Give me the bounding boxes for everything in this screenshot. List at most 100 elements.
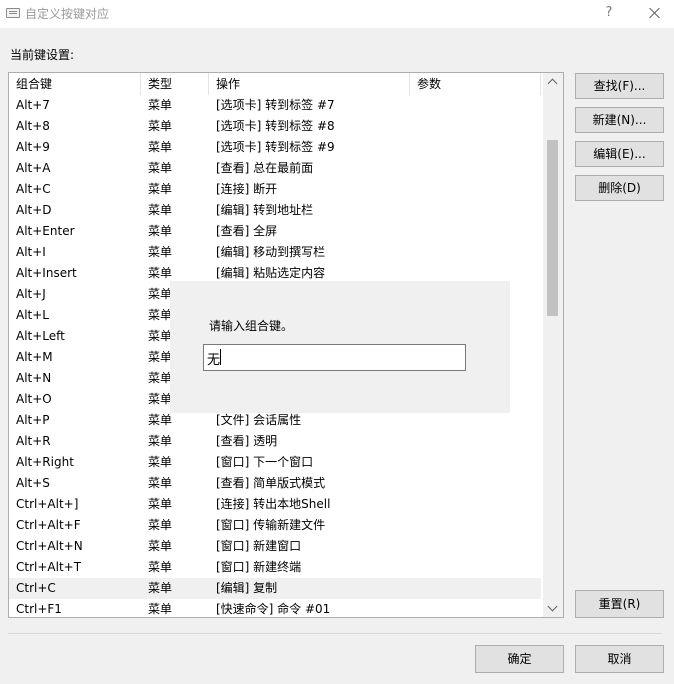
- cancel-button[interactable]: 取消: [575, 645, 664, 673]
- keyboard-icon: [6, 8, 20, 18]
- delete-button[interactable]: 删除(D): [575, 175, 664, 201]
- action-cell: [文件] 会话属性: [216, 413, 302, 427]
- type-cell: 菜单: [148, 329, 173, 343]
- key-cell: Alt+P: [16, 413, 50, 427]
- column-header-type[interactable]: 类型: [141, 73, 209, 95]
- action-cell: [编辑] 移动到撰写栏: [216, 245, 326, 259]
- type-cell: 菜单: [148, 560, 173, 574]
- type-cell: 菜单: [148, 182, 173, 196]
- key-cell: Alt+7: [16, 98, 50, 112]
- action-cell: [连接] 断开: [216, 182, 278, 196]
- key-cell: Alt+8: [16, 119, 50, 133]
- scroll-down-icon[interactable]: [543, 600, 563, 617]
- table-row[interactable]: Alt+9 菜单 [选项卡] 转到标签 #9: [9, 137, 541, 158]
- divider: [8, 633, 662, 634]
- key-cell: Ctrl+Alt+N: [16, 539, 83, 553]
- table-row[interactable]: Alt+I 菜单 [编辑] 移动到撰写栏: [9, 242, 541, 263]
- type-cell: 菜单: [148, 98, 173, 112]
- reset-button[interactable]: 重置(R): [575, 590, 664, 618]
- type-cell: 菜单: [148, 497, 173, 511]
- key-cell: Alt+Insert: [16, 266, 77, 280]
- find-button[interactable]: 查找(F)...: [575, 73, 664, 99]
- table-row[interactable]: Ctrl+F1 菜单 [快速命令] 命令 #01: [9, 599, 541, 617]
- key-cell: Alt+Right: [16, 455, 74, 469]
- key-input-prompt: 请输入组合键。: [209, 319, 294, 333]
- action-cell: [查看] 简单版式模式: [216, 476, 326, 490]
- type-cell: 菜单: [148, 539, 173, 553]
- key-cell: Alt+M: [16, 350, 53, 364]
- key-cell: Alt+J: [16, 287, 46, 301]
- key-input-popup: 请输入组合键。 无: [170, 281, 510, 413]
- type-cell: 菜单: [148, 161, 173, 175]
- table-row[interactable]: Alt+7 菜单 [选项卡] 转到标签 #7: [9, 95, 541, 116]
- edit-button[interactable]: 编辑(E)...: [575, 141, 664, 167]
- type-cell: 菜单: [148, 266, 173, 280]
- type-cell: 菜单: [148, 350, 173, 364]
- table-row[interactable]: Ctrl+Alt+] 菜单 [连接] 转出本地Shell: [9, 494, 541, 515]
- key-cell: Alt+I: [16, 245, 46, 259]
- key-cell: Alt+9: [16, 140, 50, 154]
- scroll-up-icon[interactable]: [543, 73, 563, 90]
- title-bar: 自定义按键对应 ?: [0, 0, 674, 28]
- text-caret: [220, 349, 221, 365]
- key-combination-value: 无: [207, 353, 221, 368]
- table-row[interactable]: Alt+D 菜单 [编辑] 转到地址栏: [9, 200, 541, 221]
- type-cell: 菜单: [148, 287, 173, 301]
- action-cell: [选项卡] 转到标签 #7: [216, 98, 335, 112]
- key-cell: Ctrl+C: [16, 581, 56, 595]
- table-row[interactable]: Alt+C 菜单 [连接] 断开: [9, 179, 541, 200]
- table-row[interactable]: Ctrl+C 菜单 [编辑] 复制: [9, 578, 541, 599]
- vertical-scrollbar[interactable]: [543, 73, 563, 617]
- window-title: 自定义按键对应: [25, 7, 110, 21]
- type-cell: 菜单: [148, 371, 173, 385]
- key-cell: Ctrl+Alt+F: [16, 518, 81, 532]
- current-key-settings-label: 当前键设置:: [10, 48, 75, 62]
- type-cell: 菜单: [148, 434, 173, 448]
- key-cell: Alt+Enter: [16, 224, 75, 238]
- new-button[interactable]: 新建(N)...: [575, 107, 664, 133]
- help-button[interactable]: ?: [598, 3, 620, 23]
- scrollbar-thumb[interactable]: [547, 140, 558, 316]
- table-row[interactable]: Alt+A 菜单 [查看] 总在最前面: [9, 158, 541, 179]
- key-cell: Ctrl+Alt+]: [16, 497, 79, 511]
- action-cell: [连接] 转出本地Shell: [216, 497, 331, 511]
- type-cell: 菜单: [148, 140, 173, 154]
- key-cell: Ctrl+Alt+T: [16, 560, 82, 574]
- column-header-params[interactable]: 参数: [410, 73, 541, 95]
- action-cell: [选项卡] 转到标签 #9: [216, 140, 335, 154]
- key-cell: Alt+L: [16, 308, 49, 322]
- table-row[interactable]: Ctrl+Alt+N 菜单 [窗口] 新建窗口: [9, 536, 541, 557]
- type-cell: 菜单: [148, 476, 173, 490]
- type-cell: 菜单: [148, 308, 173, 322]
- list-header: 组合键 类型 操作 参数: [9, 73, 541, 95]
- key-cell: Alt+S: [16, 476, 50, 490]
- type-cell: 菜单: [148, 602, 173, 616]
- type-cell: 菜单: [148, 245, 173, 259]
- action-cell: [查看] 总在最前面: [216, 161, 314, 175]
- table-row[interactable]: Ctrl+Alt+F 菜单 [窗口] 传输新建文件: [9, 515, 541, 536]
- ok-button[interactable]: 确定: [475, 645, 564, 673]
- key-cell: Alt+A: [16, 161, 51, 175]
- key-combination-input[interactable]: 无: [203, 344, 466, 371]
- action-cell: [窗口] 新建窗口: [216, 539, 302, 553]
- table-row[interactable]: Alt+Enter 菜单 [查看] 全屏: [9, 221, 541, 242]
- table-row[interactable]: Alt+8 菜单 [选项卡] 转到标签 #8: [9, 116, 541, 137]
- type-cell: 菜单: [148, 455, 173, 469]
- table-row[interactable]: Alt+R 菜单 [查看] 透明: [9, 431, 541, 452]
- key-cell: Alt+Left: [16, 329, 65, 343]
- key-cell: Alt+D: [16, 203, 52, 217]
- table-row[interactable]: Alt+S 菜单 [查看] 简单版式模式: [9, 473, 541, 494]
- table-row[interactable]: Alt+P 菜单 [文件] 会话属性: [9, 410, 541, 431]
- key-cell: Alt+N: [16, 371, 52, 385]
- key-cell: Alt+R: [16, 434, 51, 448]
- action-cell: [编辑] 转到地址栏: [216, 203, 314, 217]
- action-cell: [选项卡] 转到标签 #8: [216, 119, 335, 133]
- close-icon[interactable]: [644, 3, 666, 23]
- action-cell: [查看] 全屏: [216, 224, 278, 238]
- type-cell: 菜单: [148, 518, 173, 532]
- table-row[interactable]: Alt+Right 菜单 [窗口] 下一个窗口: [9, 452, 541, 473]
- column-header-key[interactable]: 组合键: [9, 73, 141, 95]
- table-row[interactable]: Ctrl+Alt+T 菜单 [窗口] 新建终端: [9, 557, 541, 578]
- action-cell: [查看] 透明: [216, 434, 278, 448]
- column-header-action[interactable]: 操作: [209, 73, 410, 95]
